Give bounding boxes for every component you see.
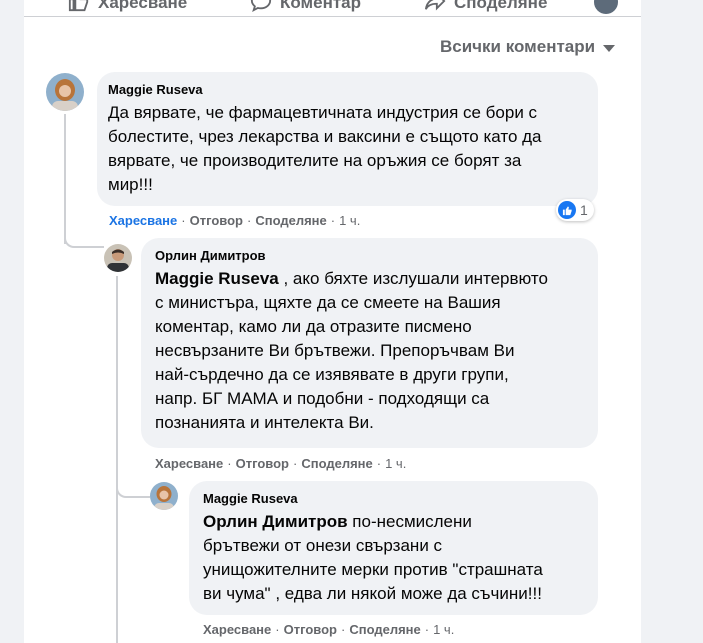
comment-action-button[interactable]: Коментар bbox=[250, 0, 361, 14]
comment-line: болестите, чрез лекарства и ваксини е съ… bbox=[108, 127, 542, 146]
share-link[interactable]: Споделяне bbox=[301, 456, 372, 471]
comment-line-text: , ако бяхте изслушали интервюто bbox=[278, 269, 548, 288]
post-action-bar: Харесване Коментар Споделяне bbox=[24, 0, 641, 17]
share-action-label: Споделяне bbox=[454, 0, 548, 12]
caret-down-icon bbox=[603, 44, 616, 52]
comment-line: брътвежи от онези свързани с bbox=[203, 536, 443, 555]
comment-line: вярвате, че производителите на оръжия се… bbox=[108, 151, 522, 170]
comment-line: Maggie Ruseva , ако бяхте изслушали инте… bbox=[155, 267, 595, 291]
like-link[interactable]: Харесване bbox=[203, 622, 271, 637]
comment-actions: Харесване · Отговор · Споделяне · 1 ч. bbox=[203, 622, 454, 637]
thread-connector bbox=[64, 226, 104, 248]
separator: · bbox=[246, 213, 252, 228]
page-gutter-left bbox=[0, 0, 24, 643]
thread-line bbox=[116, 276, 118, 643]
reply-link[interactable]: Отговор bbox=[284, 622, 337, 637]
like-link[interactable]: Харесване bbox=[109, 213, 177, 228]
thumbs-up-icon bbox=[68, 0, 90, 16]
comment-sort-dropdown[interactable]: Всички коментари bbox=[440, 37, 616, 57]
thread-connector bbox=[116, 476, 150, 498]
share-action-button[interactable]: Споделяне bbox=[424, 0, 547, 14]
comment-line: несвързаните Ви брътвежи. Препоръчвам Ви bbox=[155, 341, 515, 360]
comment-line: познанията и интелекта Ви. bbox=[155, 413, 374, 432]
comment-line: с министъра, щяхте да се смеете на Вашия bbox=[155, 293, 501, 312]
share-link[interactable]: Споделяне bbox=[255, 213, 326, 228]
like-action-label: Харесване bbox=[98, 0, 188, 12]
like-link[interactable]: Харесване bbox=[155, 456, 223, 471]
separator: · bbox=[275, 622, 280, 637]
comment-line: унищожителните мерки против "страшната bbox=[203, 560, 543, 579]
comment-text: Орлин Димитров по-несмислени брътвежи от… bbox=[203, 510, 595, 606]
current-user-avatar[interactable] bbox=[594, 0, 618, 14]
comment-line: Да вярвате, че фармацевтичната индустрия… bbox=[108, 103, 538, 122]
separator: · bbox=[376, 456, 382, 471]
like-reaction-icon bbox=[558, 201, 576, 219]
separator: · bbox=[292, 456, 298, 471]
comment-actions: Харесване · Отговор · Споделяне · 1 ч. bbox=[109, 213, 360, 228]
page-gutter-right bbox=[641, 0, 703, 643]
comment-author[interactable]: Maggie Ruseva bbox=[108, 82, 203, 97]
speech-bubble-icon bbox=[250, 0, 272, 16]
timestamp-link[interactable]: 1 ч. bbox=[385, 456, 406, 471]
reply-link[interactable]: Отговор bbox=[190, 213, 243, 228]
mention-link[interactable]: Maggie Ruseva bbox=[155, 269, 279, 288]
reaction-count: 1 bbox=[580, 202, 588, 218]
separator: · bbox=[424, 622, 430, 637]
comment-line: най-сърдечно да се изявявате в други гру… bbox=[155, 365, 509, 384]
comment-line: напр. БГ МАМА и подобни - подходящи са bbox=[155, 389, 490, 408]
separator: · bbox=[340, 622, 346, 637]
thread-line bbox=[64, 114, 66, 244]
comment-line: ви чума" , едва ли някой може да съчини!… bbox=[203, 584, 542, 603]
mention-link[interactable]: Орлин Димитров bbox=[203, 512, 348, 531]
comment-line: мир!!! bbox=[108, 175, 153, 194]
comment-actions: Харесване · Отговор · Споделяне · 1 ч. bbox=[155, 456, 406, 471]
comment-line: коментар, камо ли да отразите писмено bbox=[155, 317, 472, 336]
avatar[interactable] bbox=[104, 244, 132, 272]
comment-text: Maggie Ruseva , ако бяхте изслушали инте… bbox=[155, 267, 595, 435]
reaction-badge[interactable]: 1 bbox=[556, 199, 594, 221]
separator: · bbox=[330, 213, 336, 228]
share-link[interactable]: Споделяне bbox=[349, 622, 420, 637]
comment-author[interactable]: Орлин Димитров bbox=[155, 248, 266, 263]
comment-line: Орлин Димитров по-несмислени bbox=[203, 510, 595, 534]
share-arrow-icon bbox=[424, 0, 446, 16]
timestamp-link[interactable]: 1 ч. bbox=[339, 213, 360, 228]
reply-link[interactable]: Отговор bbox=[236, 456, 289, 471]
separator: · bbox=[227, 456, 232, 471]
avatar[interactable] bbox=[150, 482, 178, 510]
comment-line-text: по-несмислени bbox=[347, 512, 472, 531]
comment-text: Да вярвате, че фармацевтичната индустрия… bbox=[108, 101, 594, 197]
timestamp-link[interactable]: 1 ч. bbox=[433, 622, 454, 637]
comment-author[interactable]: Maggie Ruseva bbox=[203, 491, 298, 506]
separator: · bbox=[181, 213, 186, 228]
avatar[interactable] bbox=[46, 73, 84, 111]
comment-sort-label: Всички коментари bbox=[440, 37, 596, 56]
comment-action-label: Коментар bbox=[280, 0, 361, 12]
like-action-button[interactable]: Харесване bbox=[68, 0, 187, 14]
